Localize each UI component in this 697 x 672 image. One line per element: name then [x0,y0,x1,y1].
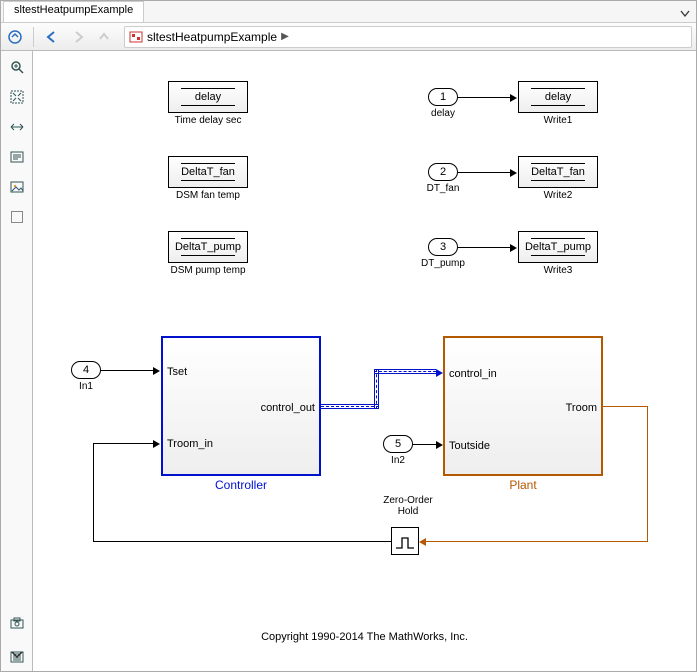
block-caption: Time delay sec [153,115,263,126]
inport-5[interactable]: 5 [383,435,413,453]
subsystem-name: Plant [443,478,603,492]
toolbar-menu-button[interactable] [680,8,690,22]
image-tool-icon[interactable] [7,177,27,197]
block-caption: Write1 [518,115,598,126]
block-text: DeltaT_pump [525,239,591,255]
expand-palette-button[interactable] [7,645,27,665]
fit-to-view-icon[interactable] [7,87,27,107]
port-label: Toutside [449,440,490,452]
nav-up-button [94,27,114,47]
breadcrumb-model: sltestHeatpumpExample [147,30,277,44]
model-icon [129,30,143,44]
annotation-tool-icon[interactable] [7,147,27,167]
inport-1[interactable]: 1 [428,88,458,106]
write3-block[interactable]: DeltaT_pump [518,231,598,263]
port-label: control_in [449,368,497,380]
block-text: DeltaT_fan [531,164,585,180]
dsm-fan-block[interactable]: DeltaT_fan [168,156,248,188]
dsm-pump-block[interactable]: DeltaT_pump [168,231,248,263]
subsystem-name: Controller [161,478,321,492]
inport-3[interactable]: 3 [428,238,458,256]
block-text: DeltaT_fan [181,164,235,180]
zero-order-hold-block[interactable] [391,527,419,555]
port-label: Troom_in [167,438,213,450]
port-label: Tset [167,366,187,378]
port-label: Troom [566,402,597,414]
controller-subsystem[interactable]: Tset Troom_in control_out [161,336,321,476]
write2-block[interactable]: DeltaT_fan [518,156,598,188]
inport-num: 3 [440,241,446,253]
block-caption: Write2 [518,190,598,201]
block-caption: Write3 [518,265,598,276]
toolbar-sep [33,27,34,47]
tab-label: sltestHeatpumpExample [14,4,133,16]
plant-subsystem[interactable]: control_in Toutside Troom [443,336,603,476]
zoom-tool-icon[interactable] [7,57,27,77]
block-text: delay [545,89,571,105]
nav-back-button[interactable] [42,27,62,47]
inport-label: delay [421,108,465,119]
model-canvas[interactable]: delay Time delay sec DeltaT_fan DSM fan … [33,51,696,671]
inport-label: DT_pump [421,258,465,269]
model-tab[interactable]: sltestHeatpumpExample [3,1,144,22]
inport-num: 4 [83,364,89,376]
block-text: DeltaT_pump [175,239,241,255]
dsm-delay-block[interactable]: delay [168,81,248,113]
port-label: control_out [261,402,315,414]
inport-label: In1 [64,381,108,392]
viewmark-tool-icon[interactable] [7,207,27,227]
breadcrumb[interactable]: sltestHeatpumpExample ▶ [124,26,692,48]
write1-block[interactable]: delay [518,81,598,113]
screenshot-tool-icon[interactable] [7,613,27,633]
inport-label: In2 [376,455,420,466]
copyright-text: Copyright 1990-2014 The MathWorks, Inc. [33,631,696,643]
nav-forward-button [68,27,88,47]
inport-label: DT_fan [421,183,465,194]
block-caption: DSM fan temp [153,190,263,201]
up-to-parent-button[interactable] [5,27,25,47]
inport-2[interactable]: 2 [428,163,458,181]
inport-num: 5 [395,438,401,450]
zoh-label: Zero-Order Hold [363,495,453,517]
toggle-perspective-icon[interactable] [7,117,27,137]
chevron-right-icon: ▶ [281,31,289,42]
block-text: delay [195,89,221,105]
inport-4[interactable]: 4 [71,361,101,379]
inport-num: 1 [440,91,446,103]
inport-num: 2 [440,166,446,178]
block-caption: DSM pump temp [153,265,263,276]
